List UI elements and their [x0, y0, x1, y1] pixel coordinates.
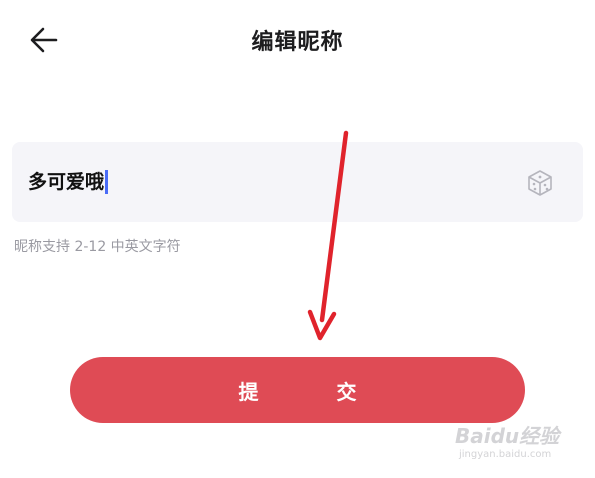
- submit-label-char2: 交: [336, 381, 357, 404]
- text-caret: [105, 170, 109, 194]
- watermark: Baidu经验 jingyan.baidu.com: [455, 420, 595, 470]
- submit-button[interactable]: 提 交: [70, 357, 525, 423]
- submit-label-char1: 提: [238, 381, 259, 404]
- nickname-input[interactable]: 多可爱哦: [28, 168, 109, 196]
- dice-icon: [528, 170, 552, 196]
- nickname-text: 多可爱哦: [28, 171, 105, 193]
- nickname-hint: 昵称支持 2-12 中英文字符: [14, 239, 181, 255]
- page-title: 编辑昵称: [251, 30, 344, 55]
- watermark-url: jingyan.baidu.com: [459, 449, 552, 460]
- nickname-field[interactable]: 多可爱哦: [12, 142, 583, 222]
- random-nickname-button[interactable]: [525, 168, 555, 198]
- watermark-brand: Baidu经验: [455, 424, 560, 448]
